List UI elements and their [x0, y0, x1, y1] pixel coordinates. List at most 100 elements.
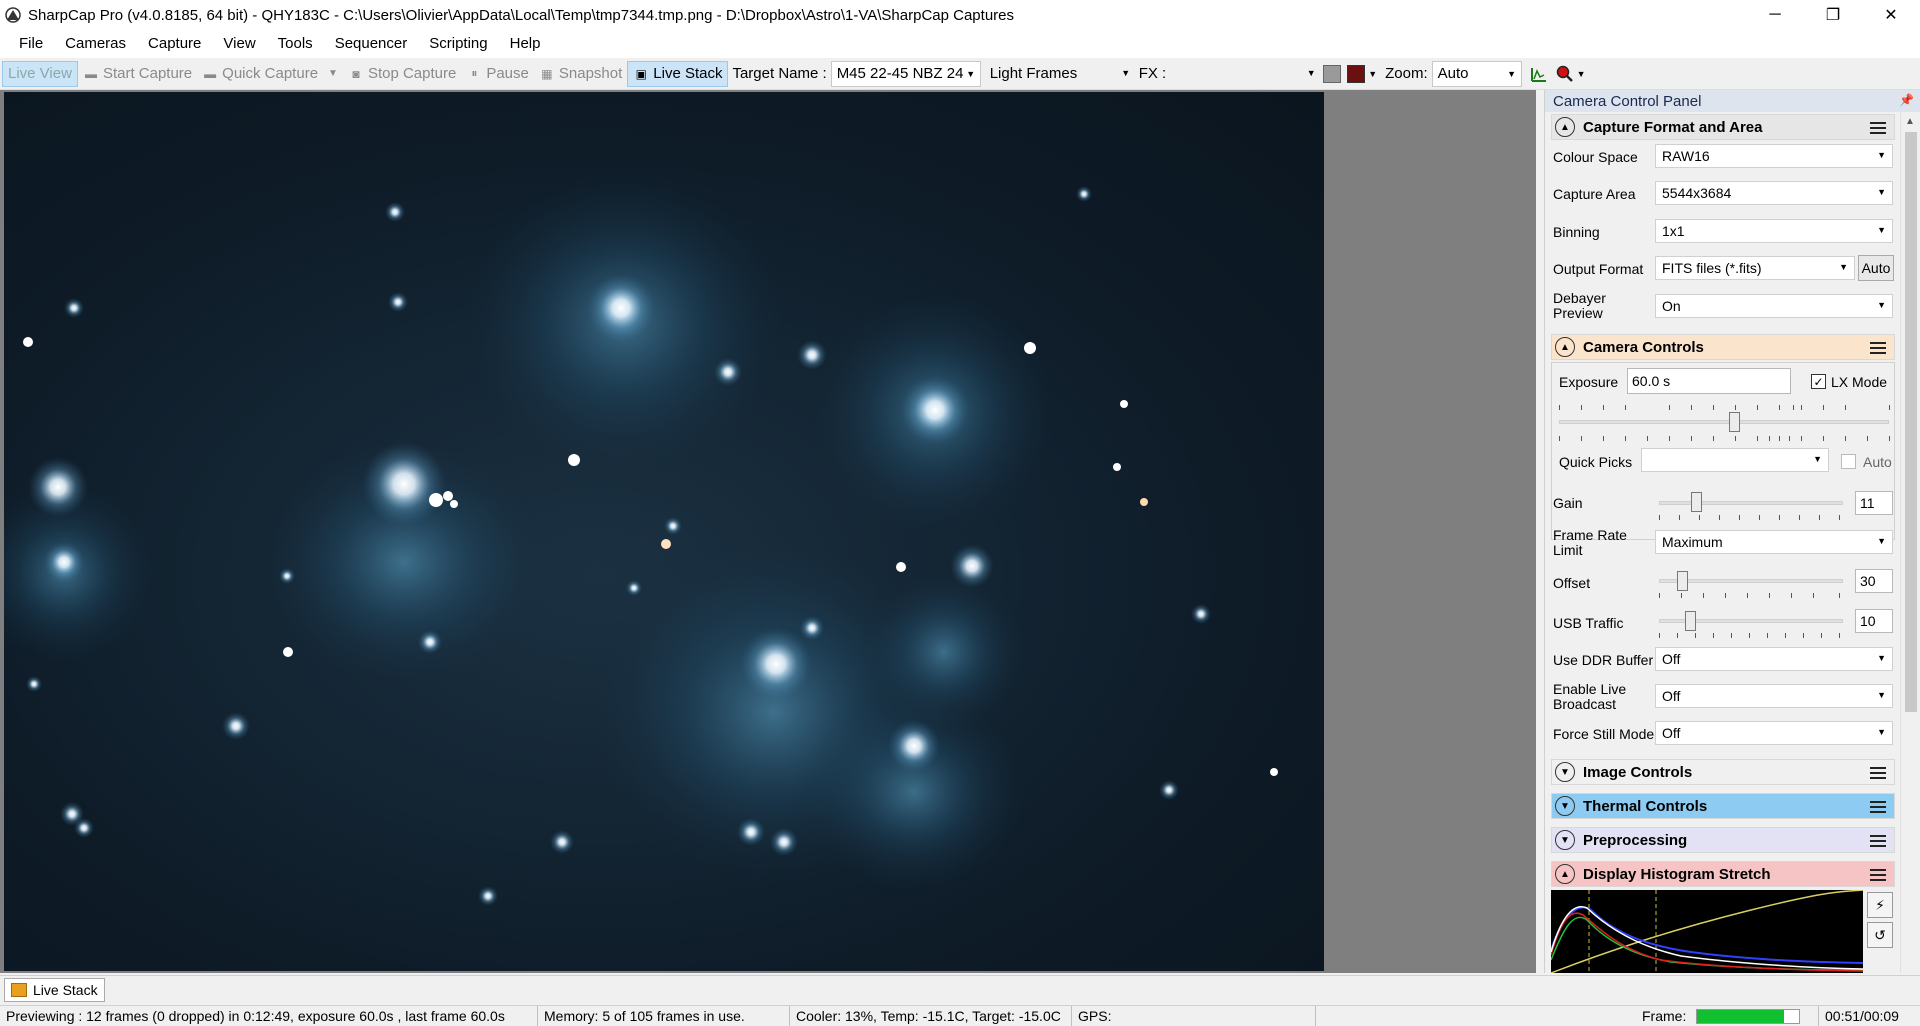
pin-icon[interactable]: 📌	[1899, 93, 1914, 107]
menu-icon[interactable]	[1870, 866, 1886, 882]
menu-icon[interactable]	[1870, 119, 1886, 135]
menu-help[interactable]: Help	[499, 30, 552, 58]
panel-scrollbar[interactable]: ▲	[1900, 112, 1920, 973]
zoom-combo[interactable]: Auto ▼	[1431, 60, 1522, 87]
chevron-down-icon: ▼	[966, 68, 976, 79]
histogram-title: Display Histogram Stretch	[1583, 865, 1771, 883]
chevron-down-icon[interactable]: ▼	[328, 68, 338, 79]
force-still-dropdown[interactable]: Off ▼	[1655, 721, 1893, 745]
output-format-dropdown[interactable]: FITS files (*.fits) ▼	[1655, 256, 1855, 280]
fx-combo[interactable]: ▼	[1170, 60, 1321, 87]
ddr-buffer-dropdown[interactable]: Off ▼	[1655, 647, 1893, 671]
thermal-controls-header[interactable]: ▼ Thermal Controls	[1551, 793, 1895, 819]
live-view-button[interactable]: Live View	[2, 60, 78, 87]
cooler-status: Cooler: 13%, Temp: -15.1C, Target: -15.0…	[790, 1006, 1072, 1026]
capture-area-value: 5544x3684	[1662, 185, 1732, 201]
start-capture-button[interactable]: ▬ Start Capture	[78, 61, 197, 87]
binning-dropdown[interactable]: 1x1 ▼	[1655, 219, 1893, 243]
histogram-plot[interactable]	[1551, 890, 1863, 973]
colour-space-dropdown[interactable]: RAW16 ▼	[1655, 144, 1893, 168]
reset-icon[interactable]: ↺	[1867, 922, 1893, 948]
menu-view[interactable]: View	[212, 30, 266, 58]
chevron-down-icon[interactable]: ▼	[1368, 69, 1377, 79]
chevron-down-icon: ▼	[1877, 300, 1886, 310]
chevron-down-icon[interactable]: ▼	[1555, 796, 1575, 816]
preprocessing-header[interactable]: ▼ Preprocessing	[1551, 827, 1895, 853]
restore-button[interactable]: ❐	[1804, 0, 1862, 30]
chevron-down-icon[interactable]: ▼	[1577, 69, 1586, 79]
image-controls-header[interactable]: ▼ Image Controls	[1551, 759, 1895, 785]
panel-header: Camera Control Panel 📌	[1545, 90, 1920, 112]
menu-icon[interactable]	[1870, 832, 1886, 848]
stop-capture-button[interactable]: ◙ Stop Capture	[343, 61, 461, 87]
pause-button[interactable]: ⏸ Pause	[461, 61, 534, 87]
menu-capture[interactable]: Capture	[137, 30, 212, 58]
live-stack-tab-icon	[11, 983, 27, 997]
chevron-down-icon[interactable]: ▼	[1555, 762, 1575, 782]
scroll-up-icon[interactable]: ▲	[1905, 116, 1915, 127]
gain-slider-thumb[interactable]	[1691, 492, 1702, 512]
toolbar: Live View ▬ Start Capture ▬ Quick Captur…	[0, 58, 1920, 90]
frame-type-combo[interactable]: Light Frames ▼	[984, 60, 1135, 87]
chevron-up-icon[interactable]: ▲	[1555, 864, 1575, 884]
live-stack-tab[interactable]: Live Stack	[4, 978, 105, 1002]
live-broadcast-dropdown[interactable]: Off ▼	[1655, 684, 1893, 708]
menu-sequencer[interactable]: Sequencer	[324, 30, 419, 58]
exposure-input[interactable]: 60.0 s	[1627, 368, 1791, 394]
histogram-header[interactable]: ▲ Display Histogram Stretch	[1551, 861, 1895, 887]
preprocessing-title: Preprocessing	[1583, 831, 1688, 849]
live-stack-button[interactable]: ▣ Live Stack	[627, 60, 729, 87]
sharpcap-app-icon	[5, 7, 21, 23]
panel-scrollbar-thumb[interactable]	[1905, 132, 1917, 712]
menu-icon[interactable]	[1870, 798, 1886, 814]
gray-square-icon[interactable]	[1323, 64, 1342, 83]
menu-file[interactable]: File	[8, 30, 54, 58]
auto-exposure-checkbox[interactable]	[1841, 454, 1856, 469]
chevron-down-icon[interactable]: ▼	[1555, 830, 1575, 850]
quick-picks-dropdown[interactable]: ▼	[1641, 448, 1829, 472]
offset-slider-thumb[interactable]	[1677, 571, 1688, 591]
usb-traffic-input[interactable]: 10	[1855, 609, 1893, 633]
camera-controls-header[interactable]: ▲ Camera Controls	[1551, 334, 1895, 360]
minimize-button[interactable]: ─	[1746, 0, 1804, 30]
gain-input[interactable]: 11	[1855, 491, 1893, 515]
offset-input[interactable]: 30	[1855, 569, 1893, 593]
menu-icon[interactable]	[1870, 339, 1886, 355]
snapshot-button[interactable]: ▦ Snapshot	[534, 61, 627, 87]
live-stack-label: Live Stack	[653, 65, 723, 82]
histogram-icon[interactable]	[1530, 65, 1548, 83]
debayer-preview-dropdown[interactable]: On ▼	[1655, 294, 1893, 318]
chevron-up-icon[interactable]: ▲	[1555, 337, 1575, 357]
capture-format-header[interactable]: ▲ Capture Format and Area	[1551, 114, 1895, 140]
menu-scripting[interactable]: Scripting	[418, 30, 498, 58]
exposure-slider-track[interactable]	[1559, 420, 1889, 424]
menu-icon[interactable]	[1870, 764, 1886, 780]
capture-area-dropdown[interactable]: 5544x3684 ▼	[1655, 181, 1893, 205]
lx-mode-checkbox[interactable]: ✓	[1811, 374, 1826, 389]
close-button[interactable]: ✕	[1862, 0, 1920, 30]
binning-label: Binning	[1553, 224, 1600, 240]
usb-traffic-slider-thumb[interactable]	[1685, 611, 1696, 631]
zoom-magnifier-icon[interactable]	[1556, 65, 1574, 83]
chevron-up-icon[interactable]: ▲	[1555, 117, 1575, 137]
chevron-down-icon: ▼	[1306, 67, 1316, 78]
quick-capture-button[interactable]: ▬ Quick Capture ▼	[197, 61, 343, 87]
live-stack-icon: ▣	[635, 66, 647, 81]
lightning-icon[interactable]: ⚡	[1867, 892, 1893, 918]
exposure-slider-thumb[interactable]	[1729, 412, 1740, 432]
auto-output-button[interactable]: Auto	[1858, 255, 1894, 281]
frame-rate-dropdown[interactable]: Maximum ▼	[1655, 530, 1893, 554]
output-format-label: Output Format	[1553, 261, 1644, 277]
frame-progress-bar	[1696, 1009, 1800, 1024]
menu-tools[interactable]: Tools	[267, 30, 324, 58]
binning-value: 1x1	[1662, 223, 1685, 239]
auto-exposure-label: Auto	[1863, 454, 1892, 470]
chevron-down-icon: ▼	[1877, 690, 1886, 700]
image-viewport[interactable]	[0, 90, 1544, 973]
menu-cameras[interactable]: Cameras	[54, 30, 137, 58]
reticle-icon[interactable]	[1347, 64, 1366, 83]
viewport-splitter[interactable]	[1536, 90, 1544, 973]
target-name-combo[interactable]: M45 22-45 NBZ 24 ▼	[830, 60, 981, 87]
gain-slider-track[interactable]	[1659, 501, 1843, 505]
quick-capture-label: Quick Capture	[222, 65, 319, 82]
